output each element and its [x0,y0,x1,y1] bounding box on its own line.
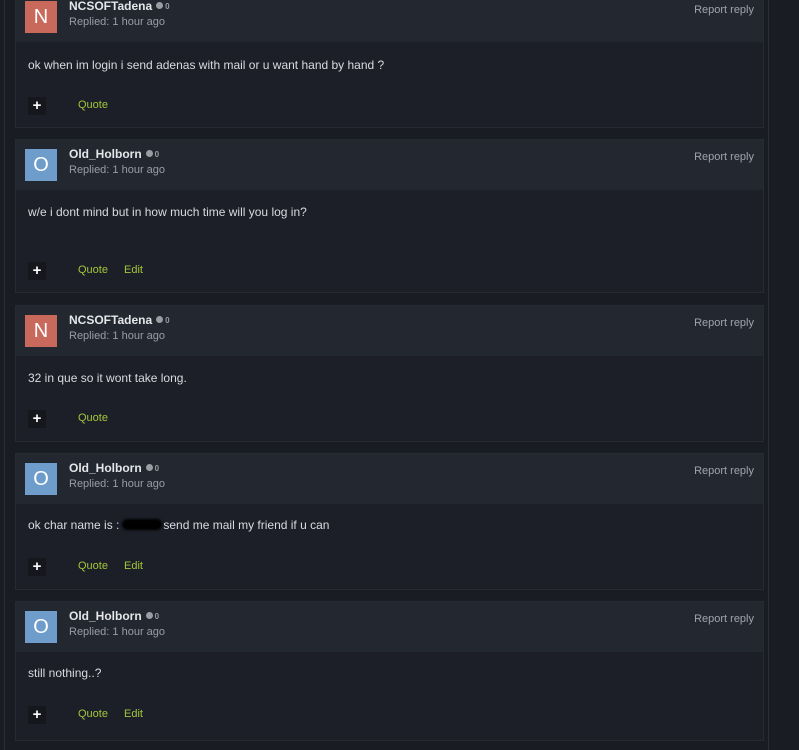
avatar[interactable]: O [25,463,57,495]
post-header: O Old_Holborn 0 Replied: 1 hour ago Repor… [16,602,763,652]
author-row: Old_Holborn 0 [69,609,159,625]
report-reply-link[interactable]: Report reply [694,4,754,16]
reputation-count: 0 [154,150,160,159]
author-row: NCSOFTadena 0 [69,0,170,15]
offline-status-icon [145,612,153,619]
avatar[interactable]: N [25,1,57,33]
report-reply-link[interactable]: Report reply [694,317,754,329]
author-row: NCSOFTadena 0 [69,313,170,329]
reply-post: N NCSOFTadena 0 Replied: 1 hour ago Repor… [15,0,764,128]
quote-link[interactable]: Quote [78,99,108,111]
post-header: N NCSOFTadena 0 Replied: 1 hour ago Repor… [16,0,763,42]
reply-post: O Old_Holborn 0 Replied: 1 hour ago Repor… [15,139,764,293]
report-reply-link[interactable]: Report reply [694,465,754,477]
reply-timestamp: Replied: 1 hour ago [69,16,166,28]
reply-post: O Old_Holborn 0 Replied: 1 hour ago Repor… [15,601,764,741]
offline-status-icon [145,464,153,471]
post-header: O Old_Holborn 0 Replied: 1 hour ago Repor… [16,454,763,504]
post-header: O Old_Holborn 0 Replied: 1 hour ago Repor… [16,140,763,190]
edit-link[interactable]: Edit [124,708,143,720]
post-body-end: send me mail my friend if u can [163,518,330,532]
post-body: w/e i dont mind but in how much time wil… [28,205,307,219]
avatar[interactable]: O [25,149,57,181]
reply-timestamp: Replied: 1 hour ago [69,626,166,638]
reply-timestamp: Replied: 1 hour ago [69,164,166,176]
quote-link[interactable]: Quote [78,708,108,720]
post-body: still nothing..? [28,666,102,680]
reputation-count: 0 [154,612,160,621]
reply-list: N NCSOFTadena 0 Replied: 1 hour ago Repor… [0,0,799,750]
post-body: ok when im login i send adenas with mail… [28,58,385,72]
avatar[interactable]: O [25,611,57,643]
left-divider [4,0,5,750]
author-name[interactable]: Old_Holborn [69,609,142,623]
edit-link[interactable]: Edit [124,560,143,572]
add-reaction-button[interactable]: + [28,410,46,428]
reply-timestamp: Replied: 1 hour ago [69,478,166,490]
quote-link[interactable]: Quote [78,560,108,572]
author-row: Old_Holborn 0 [69,147,159,163]
offline-status-icon [145,150,153,157]
offline-status-icon [156,2,164,9]
reply-timestamp: Replied: 1 hour ago [69,330,166,342]
redacted-mark [122,519,163,530]
post-body: 32 in que so it wont take long. [28,371,187,385]
offline-status-icon [156,316,164,323]
author-row: Old_Holborn 0 [69,461,159,477]
reply-post: O Old_Holborn 0 Replied: 1 hour ago Repor… [15,453,764,590]
quote-link[interactable]: Quote [78,264,108,276]
right-divider [768,0,769,750]
add-reaction-button[interactable]: + [28,262,46,280]
edit-link[interactable]: Edit [124,264,143,276]
add-reaction-button[interactable]: + [28,706,46,724]
author-name[interactable]: Old_Holborn [69,461,142,475]
add-reaction-button[interactable]: + [28,558,46,576]
post-body: ok char name is : send me mail my friend … [28,518,329,532]
author-name[interactable]: NCSOFTadena [69,0,152,13]
post-header: N NCSOFTadena 0 Replied: 1 hour ago Repor… [16,306,763,356]
avatar[interactable]: N [25,315,57,347]
reputation-count: 0 [165,316,170,325]
report-reply-link[interactable]: Report reply [694,151,754,163]
author-name[interactable]: NCSOFTadena [69,313,152,327]
reply-post: N NCSOFTadena 0 Replied: 1 hour ago Repor… [15,305,764,442]
author-name[interactable]: Old_Holborn [69,147,142,161]
report-reply-link[interactable]: Report reply [694,613,754,625]
quote-link[interactable]: Quote [78,412,108,424]
reputation-count: 0 [154,464,160,473]
add-reaction-button[interactable]: + [28,97,46,115]
post-body-start: ok char name is : [28,518,120,532]
reputation-count: 0 [165,2,170,11]
